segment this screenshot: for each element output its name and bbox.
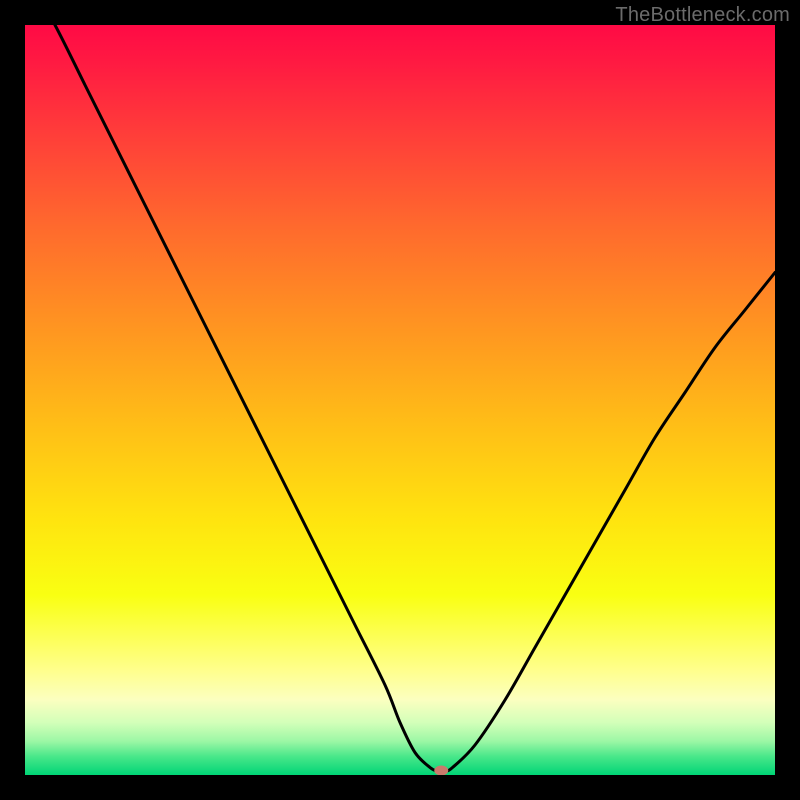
gradient-bg: [25, 25, 775, 775]
chart-frame: TheBottleneck.com: [0, 0, 800, 800]
watermark-text: TheBottleneck.com: [615, 4, 790, 27]
chart-svg: [25, 25, 775, 775]
plot-area: [25, 25, 775, 775]
